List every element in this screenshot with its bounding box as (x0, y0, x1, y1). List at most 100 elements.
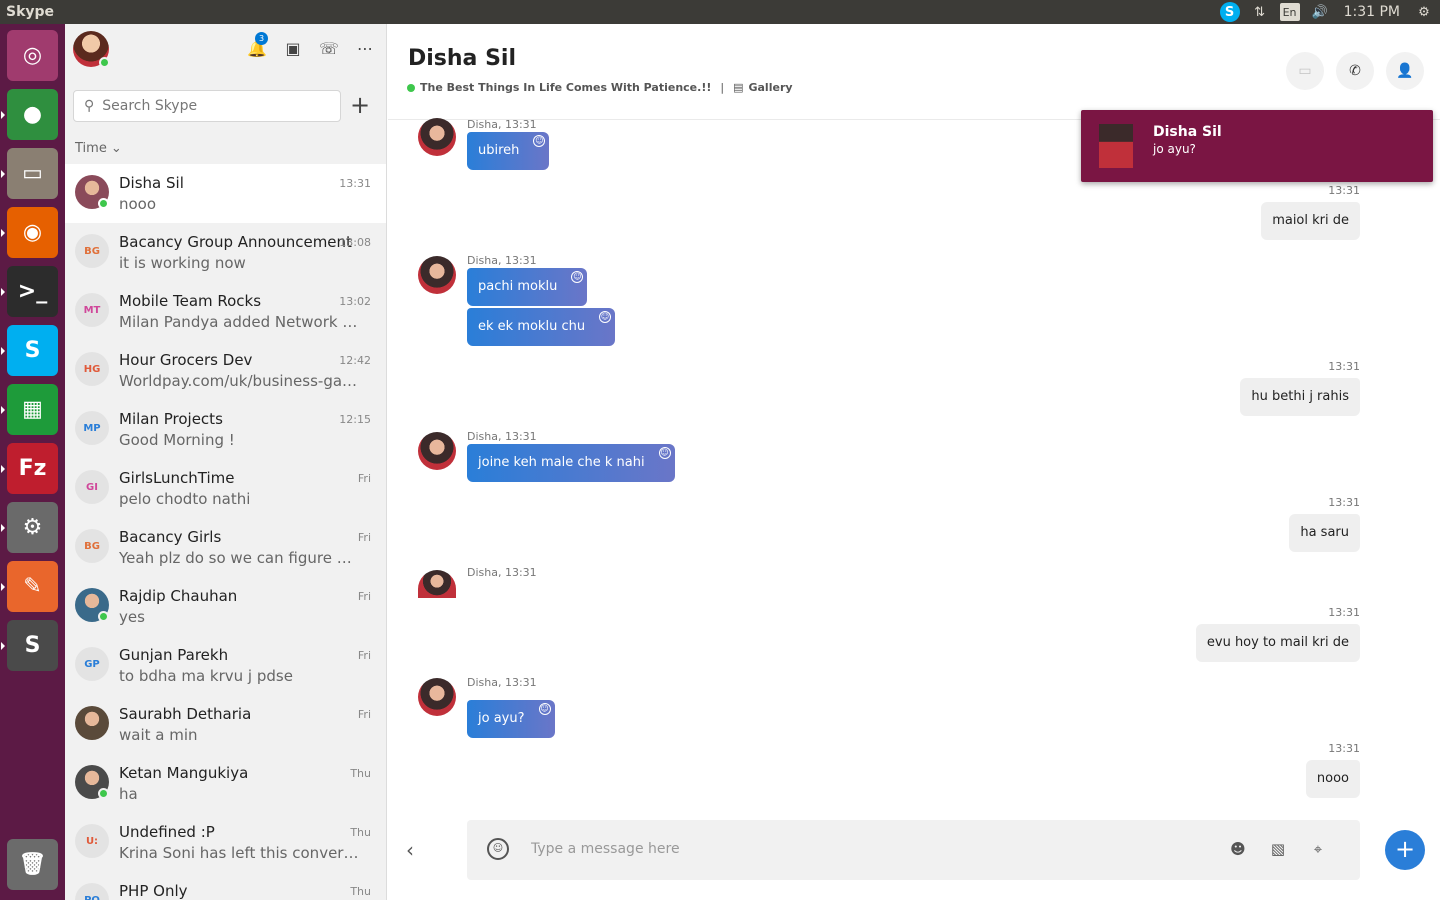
avatar: BG (75, 529, 109, 563)
conversation-item[interactable]: Saurabh Detharia wait a min Fri (65, 695, 386, 754)
more-actions-plus-button[interactable]: + (1385, 830, 1425, 870)
add-reaction-icon[interactable]: ☺ (538, 703, 551, 715)
skype-tray-icon[interactable]: S (1219, 2, 1240, 22)
launcher-chrome-icon[interactable]: ● (7, 89, 58, 140)
sender-avatar[interactable] (418, 678, 456, 716)
conversation-item[interactable]: PO PHP Only Thu (65, 872, 386, 900)
video-call-button[interactable]: ▭ (1286, 52, 1324, 90)
toast-sender-name: Disha Sil (1153, 124, 1222, 140)
launcher-calc-icon[interactable]: ▦ (7, 384, 58, 435)
outgoing-message-bubble[interactable]: nooo (1305, 760, 1360, 798)
incoming-message-bubble[interactable]: ek ek moklu chu ☺ (467, 308, 616, 346)
running-indicator (1, 170, 5, 178)
message-sender-time: Disha, 13:31 (467, 118, 537, 131)
volume-icon[interactable]: 🔊 (1310, 2, 1330, 22)
audio-call-button[interactable]: ✆ (1336, 52, 1374, 90)
message-time: 13:31 (1328, 742, 1360, 755)
chat-header: Disha Sil The Best Things In Life Comes … (388, 24, 1440, 120)
conversation-item[interactable]: MP Milan Projects Good Morning ! 12:15 (65, 400, 386, 459)
notification-count-badge: 3 (255, 32, 268, 45)
avatar (75, 706, 109, 740)
conversation-item[interactable]: BG Bacancy Group Announcement it is workin… (65, 223, 386, 282)
location-pin-icon[interactable]: ⌖ (1307, 838, 1329, 860)
incoming-message-bubble[interactable]: jo ayu? ☺ (467, 700, 555, 738)
conversation-name: Saurabh Detharia (119, 705, 252, 723)
message-time: 13:31 (1328, 184, 1360, 197)
conversation-name: PHP Only (119, 882, 188, 900)
notifications-bell-icon[interactable]: 🔔 3 (247, 32, 268, 58)
message-notification-toast[interactable]: Disha Sil jo ayu? (1081, 110, 1433, 182)
search-input[interactable] (102, 98, 323, 114)
contacts-icon[interactable]: ▣ (284, 38, 302, 58)
conversation-item[interactable]: Disha Sil nooo 13:31 (65, 164, 386, 223)
avatar: MP (75, 411, 109, 445)
search-box[interactable]: ⚲ (73, 90, 341, 122)
gallery-icon: ▤ (733, 81, 744, 94)
system-tray: S ⇅ En 🔊 1:31 PM ⚙ (1219, 0, 1434, 24)
add-reaction-icon[interactable]: ☺ (599, 311, 612, 323)
toast-message-text: jo ayu? (1153, 142, 1196, 156)
conversation-item[interactable]: GI GirlsLunchTime pelo chodto nathi Fri (65, 459, 386, 518)
send-image-icon[interactable]: ▧ (1267, 838, 1289, 860)
launcher-settings-icon[interactable]: ⚙ (7, 502, 58, 553)
avatar: HG (75, 352, 109, 386)
sticker-icon[interactable]: ☻ (1227, 838, 1249, 860)
sender-avatar[interactable] (418, 256, 456, 294)
launcher-ubuntu-dash-icon[interactable]: ◎ (7, 30, 58, 81)
conversation-item[interactable]: Ketan Mangukiya ha Thu (65, 754, 386, 813)
incoming-message-bubble[interactable]: joine keh male che k nahi ☺ (467, 444, 675, 482)
launcher-terminal-icon[interactable]: >_ (7, 266, 58, 317)
conversation-item[interactable]: HG Hour Grocers Dev Worldpay.com/uk/busine… (65, 341, 386, 400)
add-reaction-icon[interactable]: ☺ (571, 271, 584, 283)
calls-icon[interactable]: ☏ (319, 38, 339, 58)
outgoing-message-bubble[interactable]: hu bethi j rahis (1240, 378, 1360, 416)
sender-avatar[interactable] (418, 118, 456, 156)
conversation-preview: Yeah plz do so we can figure out p... (119, 549, 359, 567)
search-row: ⚲ + (65, 82, 386, 132)
conversation-item[interactable]: Rajdip Chauhan yes Fri (65, 577, 386, 636)
message-list[interactable]: Disha, 13:31 ubireh ☺ 13:31 maiol kri de Dish… (388, 118, 1440, 820)
launcher-postman-icon[interactable]: ✎ (7, 561, 58, 612)
sender-avatar[interactable] (418, 432, 456, 470)
keyboard-language-indicator[interactable]: En (1279, 3, 1300, 21)
launcher-sublime-icon[interactable]: S (7, 620, 58, 671)
conversation-time: Thu (350, 826, 371, 839)
add-reaction-icon[interactable]: ☺ (658, 447, 671, 459)
launcher-files-icon[interactable]: ▭ (7, 148, 58, 199)
outgoing-message-bubble[interactable]: maiol kri de (1261, 202, 1360, 240)
message-input-wrap: ☺ ☻ ▧ ⌖ (467, 820, 1360, 880)
conversation-time: Fri (357, 472, 371, 485)
gallery-link[interactable]: Gallery (748, 81, 792, 94)
running-indicator (1, 524, 5, 532)
sender-avatar[interactable] (418, 570, 456, 598)
add-participant-button[interactable]: 👤 (1386, 52, 1424, 90)
message-input[interactable] (531, 838, 1191, 860)
clock[interactable]: 1:31 PM (1340, 4, 1404, 20)
conversation-item[interactable]: BG Bacancy Girls Yeah plz do so we can fig… (65, 518, 386, 577)
add-reaction-icon[interactable]: ☺ (533, 135, 546, 147)
conversation-time: 13:08 (339, 236, 371, 249)
conversation-item[interactable]: U: Undefined :P Krina Soni has left this c… (65, 813, 386, 872)
launcher-skype-icon[interactable]: S (7, 325, 58, 376)
network-icon[interactable]: ⇅ (1250, 2, 1270, 22)
launcher-trash-icon[interactable]: 🗑 (7, 839, 58, 890)
outgoing-message-bubble[interactable]: evu hoy to mail kri de (1195, 624, 1360, 662)
launcher-filezilla-icon[interactable]: Fz (7, 443, 58, 494)
system-settings-gear-icon[interactable]: ⚙ (1414, 2, 1434, 22)
outgoing-message-bubble[interactable]: ha saru (1289, 514, 1360, 552)
message-sender-time: Disha, 13:31 (467, 566, 537, 579)
sort-dropdown[interactable]: Time ⌄ (65, 132, 386, 164)
conversation-item[interactable]: MT Mobile Team Rocks Milan Pandya added Ne… (65, 282, 386, 341)
more-options-icon[interactable]: ⋯ (356, 38, 374, 58)
new-chat-plus-button[interactable]: + (348, 93, 372, 118)
chat-title[interactable]: Disha Sil (408, 46, 516, 71)
conversation-name: Undefined :P (119, 823, 215, 841)
incoming-message-bubble[interactable]: ubireh ☺ (467, 132, 550, 170)
chevron-left-icon[interactable]: ‹ (406, 838, 414, 862)
incoming-message-bubble[interactable]: pachi moklu ☺ (467, 268, 588, 306)
conversation-preview: Krina Soni has left this conversation (119, 844, 359, 862)
conversation-item[interactable]: GP Gunjan Parekh to bdha ma krvu j pdse Fri (65, 636, 386, 695)
launcher-firefox-icon[interactable]: ◉ (7, 207, 58, 258)
emoji-icon[interactable]: ☺ (487, 838, 509, 860)
conversation-name: Milan Projects (119, 410, 223, 428)
